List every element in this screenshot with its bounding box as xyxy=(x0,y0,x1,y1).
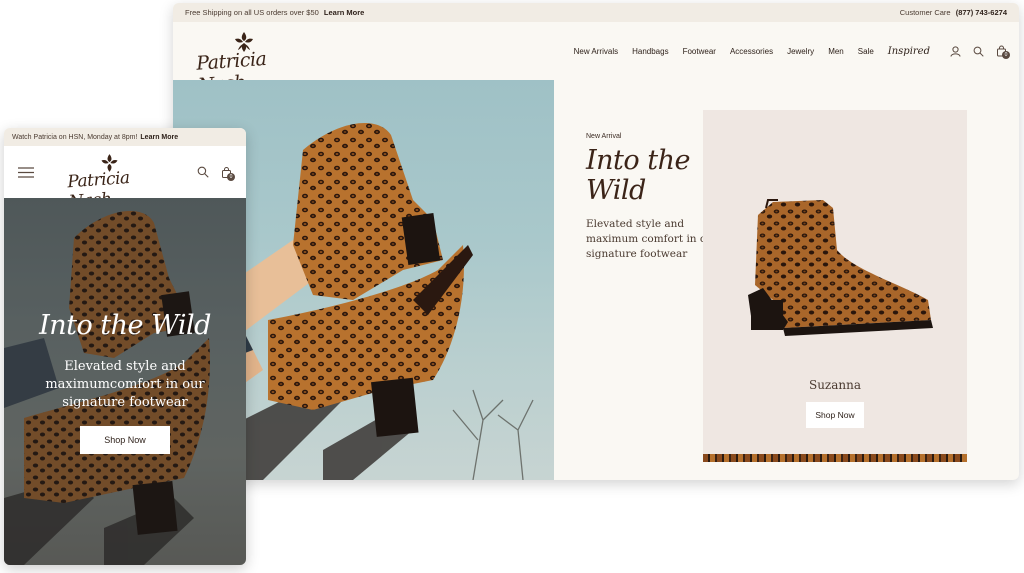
showcase-stage: Free Shipping on all US orders over $50 … xyxy=(0,0,1024,573)
customer-care: Customer Care (877) 743-6274 xyxy=(900,8,1007,17)
mobile-hero-title: Into the Wild xyxy=(39,310,211,341)
mobile-hero: Into the Wild Elevated style and maximum… xyxy=(4,198,246,565)
mobile-promo-text: Watch Patricia on HSN, Monday at 8pm! xyxy=(12,133,138,141)
mobile-browser-window: Watch Patricia on HSN, Monday at 8pm! Le… xyxy=(4,128,246,565)
promo-learn-more-link[interactable]: Learn More xyxy=(324,8,364,17)
product-shop-now-button[interactable]: Shop Now xyxy=(806,402,864,428)
mobile-promo-learn-more-link[interactable]: Learn More xyxy=(140,134,178,141)
user-icon[interactable] xyxy=(950,45,961,57)
bag-icon[interactable]: 0 xyxy=(221,166,235,181)
customer-care-phone[interactable]: (877) 743-6274 xyxy=(956,8,1007,17)
bag-count-badge: 0 xyxy=(1002,51,1010,59)
leopard-print-strip xyxy=(703,454,967,462)
nav-item-accessories[interactable]: Accessories xyxy=(730,47,773,56)
search-icon[interactable] xyxy=(197,166,209,178)
nav-item-footwear[interactable]: Footwear xyxy=(683,47,716,56)
main-navigation: New Arrivals Handbags Footwear Accessori… xyxy=(574,45,1010,59)
mobile-hero-subtitle: Elevated style and maximumcomfort in our… xyxy=(45,359,205,410)
promo-text: Free Shipping on all US orders over $50 xyxy=(185,8,319,17)
header-icons: 0 xyxy=(950,45,1010,59)
nav-item-men[interactable]: Men xyxy=(828,47,844,56)
nav-item-new-arrivals[interactable]: New Arrivals xyxy=(574,47,618,56)
menu-icon[interactable] xyxy=(18,166,34,178)
mobile-shop-now-button[interactable]: Shop Now xyxy=(80,426,170,454)
mobile-promo-bar: Watch Patricia on HSN, Monday at 8pm! Le… xyxy=(4,128,246,146)
customer-care-label: Customer Care xyxy=(899,8,951,17)
nav-item-sale[interactable]: Sale xyxy=(858,47,874,56)
mobile-brand-logo[interactable]: Patricia Nash xyxy=(66,152,164,212)
nav-item-handbags[interactable]: Handbags xyxy=(632,47,668,56)
nav-item-jewelry[interactable]: Jewelry xyxy=(787,47,814,56)
desktop-browser-window: Free Shipping on all US orders over $50 … xyxy=(173,3,1019,480)
search-icon[interactable] xyxy=(973,46,984,57)
nav-item-inspired[interactable]: Inspired xyxy=(888,46,930,57)
desktop-promo-bar: Free Shipping on all US orders over $50 … xyxy=(173,3,1019,22)
mobile-header-icons: 0 xyxy=(197,166,235,181)
mobile-header: Patricia Nash 0 xyxy=(4,146,246,212)
product-name[interactable]: Suzanna xyxy=(703,378,967,392)
bag-icon[interactable]: 0 xyxy=(996,45,1010,59)
promo-message: Free Shipping on all US orders over $50 … xyxy=(185,8,364,17)
desktop-header: Patricia Nash New Arrivals Handbags Foot… xyxy=(173,22,1019,97)
featured-product-card: Suzanna Shop Now xyxy=(703,110,967,462)
brand-logo[interactable]: Patricia Nash xyxy=(195,29,305,97)
mobile-bag-count-badge: 0 xyxy=(227,172,235,181)
